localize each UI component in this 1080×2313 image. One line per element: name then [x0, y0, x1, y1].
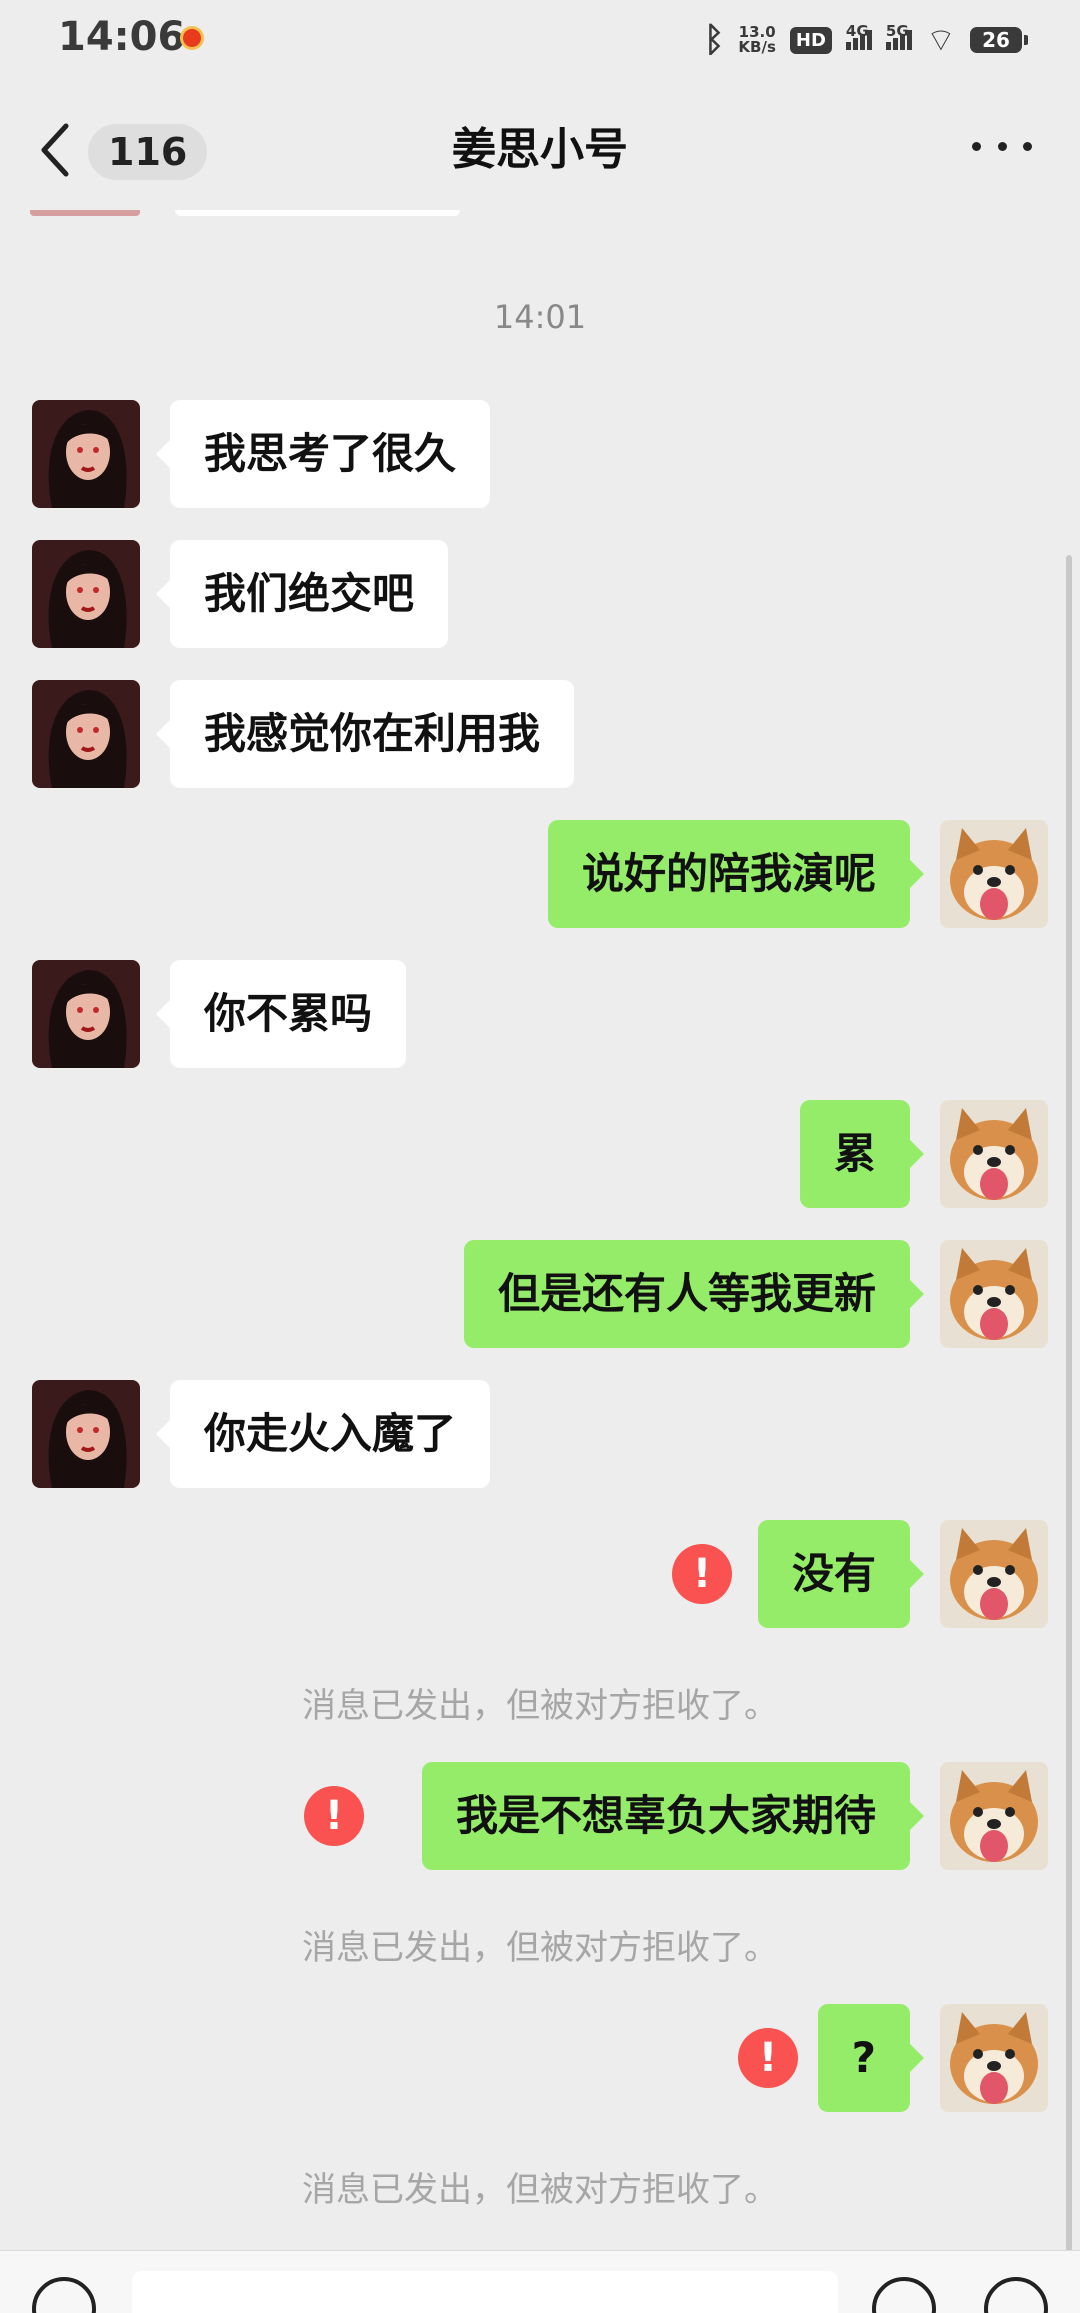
app-notification-icon — [180, 26, 204, 50]
avatar[interactable] — [940, 1762, 1048, 1870]
voice-icon[interactable] — [32, 2277, 96, 2313]
signal-4g-label: 4G — [845, 22, 869, 40]
message-timestamp: 14:01 — [493, 298, 587, 336]
rejected-notice: 消息已发出，但被对方拒收了。 — [302, 2170, 778, 2210]
rejected-notice: 消息已发出，但被对方拒收了。 — [302, 1686, 778, 1726]
status-bar: 14:06 ᛒ 13.0 KB/s HD 4G 5G ⌔ 26 — [0, 0, 1080, 80]
network-speed: 13.0 KB/s — [738, 25, 775, 55]
received-message-bubble[interactable]: 我们绝交吧 — [155, 540, 449, 648]
emoji-icon[interactable] — [872, 2277, 936, 2313]
sent-message-bubble[interactable]: 但是还有人等我更新 — [463, 1240, 925, 1348]
sent-message-bubble[interactable]: 我是不想辜负大家期待 — [421, 1762, 925, 1870]
battery-icon: 26 — [970, 27, 1028, 53]
sent-message-bubble[interactable]: ? — [817, 2004, 925, 2112]
avatar[interactable] — [940, 1520, 1048, 1628]
bluetooth-icon: ᛒ — [704, 20, 725, 60]
plus-icon[interactable] — [984, 2277, 1048, 2313]
hd-icon: HD — [789, 26, 832, 54]
avatar[interactable] — [32, 540, 140, 648]
status-time: 14:06 — [58, 14, 186, 60]
signal-4g-icon: 4G — [845, 22, 872, 50]
received-message-bubble[interactable]: 我感觉你在利用我 — [155, 680, 575, 788]
received-message-bubble[interactable]: 你走火入魔了 — [155, 1380, 491, 1488]
avatar[interactable] — [32, 960, 140, 1068]
scrollbar[interactable] — [1066, 555, 1072, 2260]
network-speed-unit: KB/s — [738, 38, 776, 56]
sent-message-bubble[interactable]: 累 — [799, 1100, 925, 1208]
received-message-bubble[interactable]: 我思考了很久 — [155, 400, 491, 508]
wifi-icon: ⌔ — [925, 21, 956, 59]
previous-message-bubble-edge — [175, 210, 460, 216]
avatar[interactable] — [32, 680, 140, 788]
avatar[interactable] — [940, 820, 1048, 928]
error-circle-icon[interactable]: ! — [304, 1786, 364, 1846]
received-message-bubble[interactable]: 你不累吗 — [155, 960, 407, 1068]
avatar[interactable] — [32, 400, 140, 508]
chat-header: 116 姜思小号 — [0, 80, 1080, 220]
error-circle-icon[interactable]: ! — [738, 2028, 798, 2088]
message-input[interactable] — [132, 2271, 838, 2313]
rejected-notice: 消息已发出，但被对方拒收了。 — [302, 1928, 778, 1968]
input-bar — [0, 2250, 1080, 2313]
sent-message-bubble[interactable]: 说好的陪我演呢 — [547, 820, 925, 928]
chat-title: 姜思小号 — [452, 124, 628, 175]
signal-5g-label: 5G — [885, 22, 909, 40]
message-list[interactable]: 14:01 我思考了很久 我们绝交吧 我感觉你在利用我 说好的陪我演呢 你不累吗 — [0, 210, 1080, 2250]
previous-message-avatar-edge — [30, 210, 140, 216]
avatar[interactable] — [940, 1240, 1048, 1348]
more-dots-icon[interactable] — [972, 126, 1032, 166]
sent-message-bubble[interactable]: 没有 — [757, 1520, 925, 1628]
avatar[interactable] — [940, 2004, 1048, 2112]
avatar[interactable] — [32, 1380, 140, 1488]
error-circle-icon[interactable]: ! — [672, 1544, 732, 1604]
status-icons: ᛒ 13.0 KB/s HD 4G 5G ⌔ 26 — [704, 20, 1028, 60]
avatar[interactable] — [940, 1100, 1048, 1208]
signal-5g-icon: 5G — [885, 22, 912, 50]
